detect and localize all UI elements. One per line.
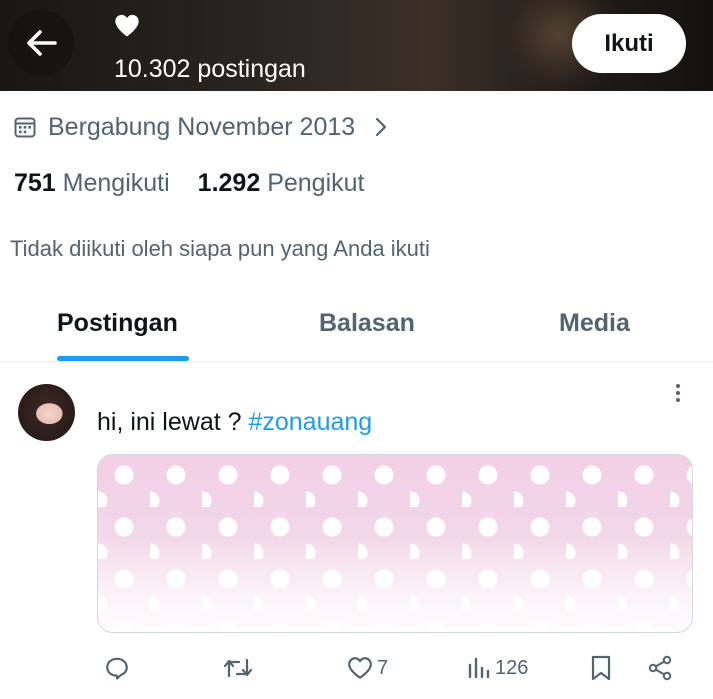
not-followed-notice: Tidak diikuti oleh siapa pun yang Anda i…: [10, 236, 430, 261]
post-count: 10.302 postingan: [114, 55, 306, 83]
calendar-icon: [14, 117, 36, 138]
back-button[interactable]: [8, 10, 74, 76]
heart-icon: [115, 14, 139, 37]
like-count: 7: [377, 656, 389, 679]
tab-media[interactable]: Media: [559, 300, 630, 362]
post-actions: 7 126: [0, 648, 713, 688]
like-icon: [348, 657, 372, 679]
profile-tabs: Postingan Balasan Media: [0, 300, 713, 362]
repost-icon: [223, 658, 253, 678]
chevron-right-icon: [376, 117, 387, 137]
joined-date: Bergabung November 2013: [48, 112, 356, 141]
followers-stat[interactable]: 1.292 Pengikut: [198, 169, 365, 198]
followers-count: 1.292: [197, 168, 261, 197]
tab-replies[interactable]: Balasan: [319, 300, 415, 362]
share-icon: [648, 655, 672, 681]
bookmark-icon: [591, 655, 611, 681]
avatar[interactable]: [18, 384, 75, 441]
reply-icon: [106, 657, 128, 680]
tab-posts[interactable]: Postingan: [57, 300, 178, 362]
joined-date-row[interactable]: Bergabung November 2013: [14, 110, 389, 144]
like-button[interactable]: 7: [347, 648, 388, 688]
views-icon: [468, 657, 490, 679]
following-label: Mengikuti: [62, 168, 170, 197]
follow-button[interactable]: Ikuti: [572, 14, 686, 73]
reply-button[interactable]: [104, 648, 134, 688]
bookmark-button[interactable]: [590, 648, 612, 688]
following-stat[interactable]: 751 Mengikuti: [14, 169, 170, 198]
active-tab-indicator: [57, 356, 189, 361]
post-text: hi, ini lewat ? #zonauang: [97, 408, 372, 437]
repost-button[interactable]: [222, 648, 258, 688]
views-count: 126: [495, 656, 529, 679]
post-body: hi, ini lewat ?: [97, 408, 249, 436]
profile-header-banner: 10.302 postingan Ikuti: [0, 0, 713, 91]
views-button[interactable]: 126: [467, 648, 528, 688]
post-hashtag[interactable]: #zonauang: [248, 408, 372, 436]
share-button[interactable]: [647, 648, 673, 688]
followers-label: Pengikut: [267, 168, 365, 197]
more-vertical-icon[interactable]: [668, 378, 688, 408]
arrow-left-icon: [27, 30, 57, 56]
following-count: 751: [14, 168, 56, 197]
post-media-image[interactable]: [97, 454, 693, 633]
follow-stats: 751 Mengikuti 1.292 Pengikut: [14, 166, 364, 200]
